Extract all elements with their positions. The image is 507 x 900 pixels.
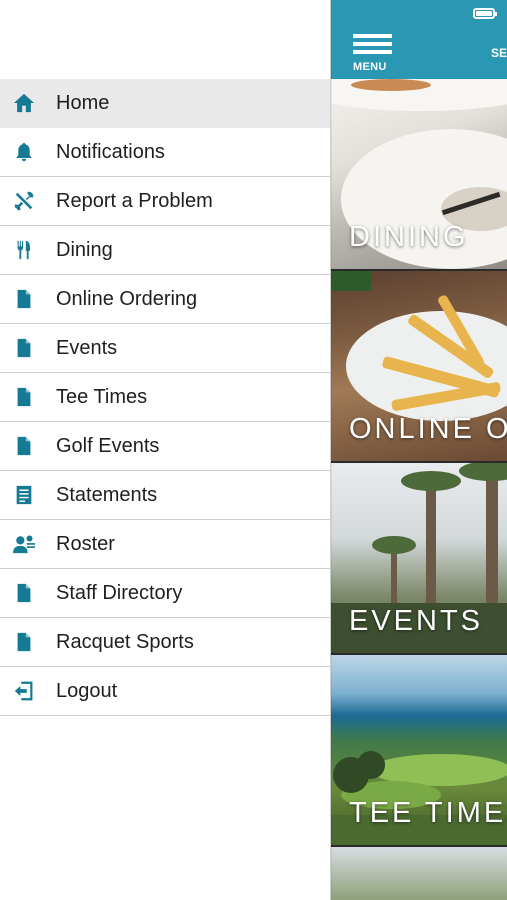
battery-icon bbox=[473, 8, 497, 19]
tools-icon bbox=[12, 189, 36, 213]
menu-button-label: MENU bbox=[353, 61, 387, 73]
hamburger-icon-bar bbox=[353, 50, 392, 54]
menu-item-label: Tee Times bbox=[56, 385, 148, 408]
menu-item-label: Racquet Sports bbox=[56, 630, 194, 653]
document-icon bbox=[12, 581, 36, 605]
tile-next[interactable] bbox=[331, 847, 507, 900]
menu-item-events[interactable]: Events bbox=[0, 324, 330, 373]
logout-icon bbox=[12, 679, 36, 703]
bell-icon bbox=[12, 140, 36, 164]
home-icon bbox=[12, 91, 36, 115]
menu-item-racquet-sports[interactable]: Racquet Sports bbox=[0, 618, 330, 667]
hamburger-icon-bar bbox=[353, 42, 392, 46]
menu-item-golf-events[interactable]: Golf Events bbox=[0, 422, 330, 471]
document-icon bbox=[12, 336, 36, 360]
menu-item-label: Roster bbox=[56, 532, 115, 555]
menu-item-home[interactable]: Home bbox=[0, 79, 330, 128]
fork-knife-icon bbox=[12, 238, 36, 262]
menu-item-roster[interactable]: Roster bbox=[0, 520, 330, 569]
menu-item-staff-directory[interactable]: Staff Directory bbox=[0, 569, 330, 618]
document-icon bbox=[12, 287, 36, 311]
main-content: MENU SE DINING ONLINE OR bbox=[331, 0, 507, 900]
menu-item-report-a-problem[interactable]: Report a Problem bbox=[0, 177, 330, 226]
document-icon bbox=[12, 385, 36, 409]
header-right-label[interactable]: SE bbox=[491, 46, 507, 60]
menu-item-notifications[interactable]: Notifications bbox=[0, 128, 330, 177]
menu-item-label: Home bbox=[56, 91, 110, 114]
menu-item-dining[interactable]: Dining bbox=[0, 226, 330, 275]
tile-events-title: EVENTS bbox=[349, 605, 484, 637]
menu-item-label: Staff Directory bbox=[56, 581, 183, 604]
tile-online-ordering-title: ONLINE OR bbox=[349, 413, 507, 445]
tile-dining[interactable]: DINING bbox=[331, 79, 507, 269]
document-icon bbox=[12, 630, 36, 654]
menu-list: Home Notifications Report a Problem Dini… bbox=[0, 79, 330, 716]
menu-item-tee-times[interactable]: Tee Times bbox=[0, 373, 330, 422]
tile-tee-times-title: TEE TIMES bbox=[349, 797, 507, 829]
menu-item-label: Golf Events bbox=[56, 434, 160, 457]
drawer-shadow bbox=[330, 0, 332, 900]
navigation-drawer: Home Notifications Report a Problem Dini… bbox=[0, 0, 331, 900]
menu-item-label: Dining bbox=[56, 238, 113, 261]
menu-item-logout[interactable]: Logout bbox=[0, 667, 330, 716]
roster-icon bbox=[12, 532, 36, 556]
tile-dining-title: DINING bbox=[349, 221, 469, 253]
menu-item-online-ordering[interactable]: Online Ordering bbox=[0, 275, 330, 324]
menu-item-label: Statements bbox=[56, 483, 158, 506]
statement-icon bbox=[12, 483, 36, 507]
document-icon bbox=[12, 434, 36, 458]
menu-item-label: Logout bbox=[56, 679, 118, 702]
menu-button[interactable]: MENU bbox=[353, 34, 393, 74]
tile-events[interactable]: EVENTS bbox=[331, 463, 507, 653]
hamburger-icon bbox=[353, 34, 392, 38]
menu-item-label: Online Ordering bbox=[56, 287, 198, 310]
menu-item-label: Report a Problem bbox=[56, 189, 213, 212]
tile-tee-times[interactable]: TEE TIMES bbox=[331, 655, 507, 845]
menu-item-statements[interactable]: Statements bbox=[0, 471, 330, 520]
menu-item-label: Notifications bbox=[56, 140, 165, 163]
menu-item-label: Events bbox=[56, 336, 118, 359]
tile-online-ordering[interactable]: ONLINE OR bbox=[331, 271, 507, 461]
app-header: MENU SE bbox=[331, 0, 507, 79]
